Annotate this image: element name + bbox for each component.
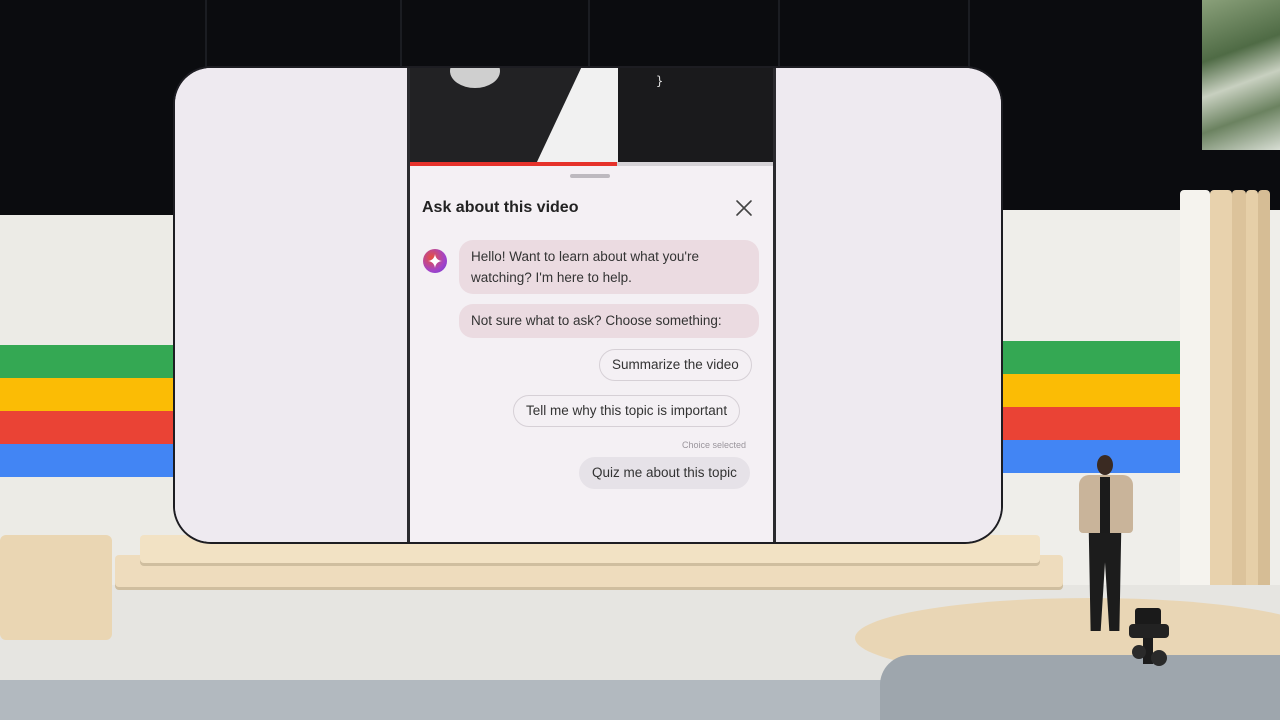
screen-right-area xyxy=(770,68,1001,542)
choice-selected-label: Choice selected xyxy=(682,440,747,450)
video-progress-bar[interactable] xyxy=(410,162,773,166)
stage-ledge xyxy=(880,655,1280,720)
camera-rig xyxy=(1129,608,1169,666)
phone-screen: } Ask about this video Hello! Want to le… xyxy=(407,68,776,542)
stripe-yellow-left xyxy=(0,378,180,411)
close-button[interactable] xyxy=(732,196,756,220)
stage-screen: } Ask about this video Hello! Want to le… xyxy=(175,68,1001,542)
video-code-glyph: } xyxy=(656,74,664,88)
sheet-drag-handle[interactable] xyxy=(570,174,610,178)
video-player[interactable]: } xyxy=(410,68,773,164)
wooden-block xyxy=(0,535,112,640)
stripe-red-left xyxy=(0,411,180,444)
video-progress-fill xyxy=(410,162,617,166)
stripe-green-left xyxy=(0,345,180,378)
gemini-sparkle-icon xyxy=(423,249,447,273)
stripe-blue-left xyxy=(0,444,180,477)
wood-pillars xyxy=(1180,190,1270,590)
screen-left-area xyxy=(175,68,407,542)
trees-background xyxy=(1202,0,1280,150)
panel-title: Ask about this video xyxy=(422,199,579,216)
suggestion-summarize[interactable]: Summarize the video xyxy=(599,349,752,381)
assistant-prompt-bubble: Not sure what to ask? Choose something: xyxy=(459,304,759,338)
close-icon xyxy=(736,200,752,216)
suggestion-why-important[interactable]: Tell me why this topic is important xyxy=(513,395,741,427)
selected-choice-quiz[interactable]: Quiz me about this topic xyxy=(579,457,750,489)
assistant-greeting-bubble: Hello! Want to learn about what you're w… xyxy=(459,240,759,294)
